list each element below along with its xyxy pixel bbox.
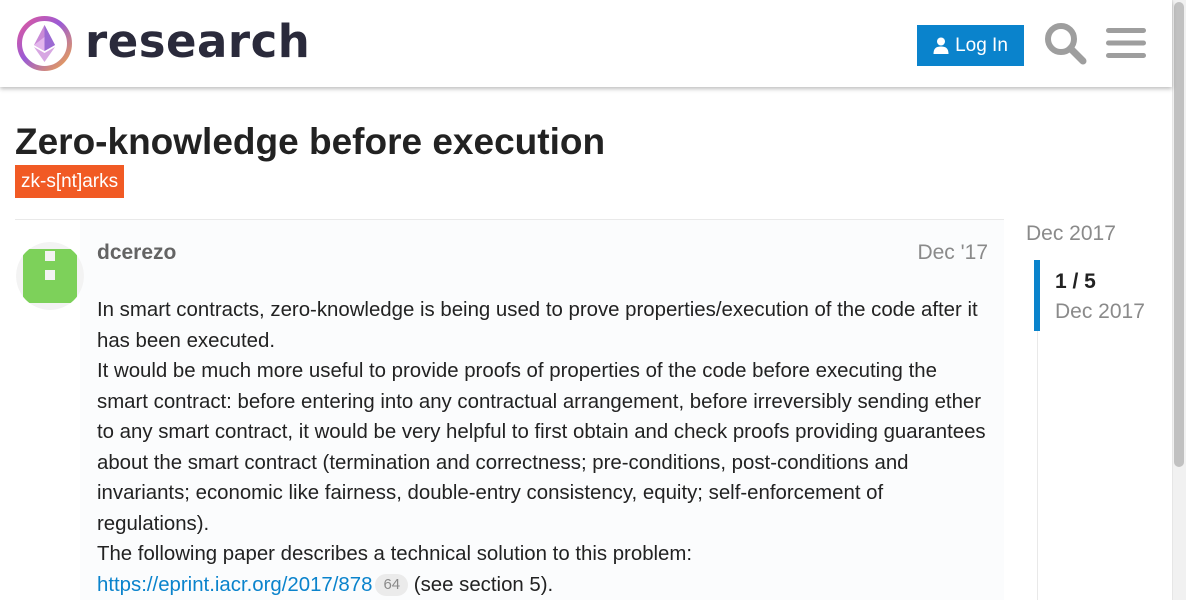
user-icon bbox=[933, 37, 949, 54]
post-paragraph: The following paper describes a technica… bbox=[97, 543, 693, 565]
hamburger-menu-icon[interactable] bbox=[1106, 25, 1146, 61]
login-label: Log In bbox=[955, 34, 1008, 56]
timeline-scroll-handle[interactable] bbox=[1034, 260, 1040, 331]
timeline-progress: 1 / 5 bbox=[1055, 270, 1096, 293]
user-avatar[interactable] bbox=[16, 242, 84, 310]
paper-link[interactable]: https://eprint.iacr.org/2017/878 bbox=[97, 574, 372, 596]
search-icon[interactable] bbox=[1043, 21, 1087, 65]
site-header: research Log In bbox=[0, 0, 1172, 87]
timeline-current-date: Dec 2017 bbox=[1055, 300, 1145, 323]
login-button[interactable]: Log In bbox=[917, 25, 1024, 66]
post-body: In smart contracts, zero-knowledge is be… bbox=[97, 295, 992, 600]
page-scrollbar-thumb[interactable] bbox=[1174, 2, 1184, 467]
post-link-line: https://eprint.iacr.org/2017/878 64 (see … bbox=[97, 570, 992, 600]
post-username[interactable]: dcerezo bbox=[97, 240, 176, 266]
timeline-start-date[interactable]: Dec 2017 bbox=[1026, 221, 1116, 247]
topic-title[interactable]: Zero-knowledge before execution bbox=[15, 120, 605, 164]
ethresearch-logo-icon[interactable] bbox=[16, 15, 73, 72]
post-paragraph: It would be much more useful to provide … bbox=[97, 360, 986, 535]
post-paragraph: In smart contracts, zero-knowledge is be… bbox=[97, 299, 978, 352]
post-date[interactable]: Dec '17 bbox=[915, 240, 988, 266]
post-link-suffix: (see section 5). bbox=[408, 573, 554, 596]
category-badge[interactable]: zk-s[nt]arks bbox=[15, 165, 125, 198]
link-click-count: 64 bbox=[375, 573, 409, 596]
site-logo-text[interactable]: research bbox=[85, 12, 310, 72]
